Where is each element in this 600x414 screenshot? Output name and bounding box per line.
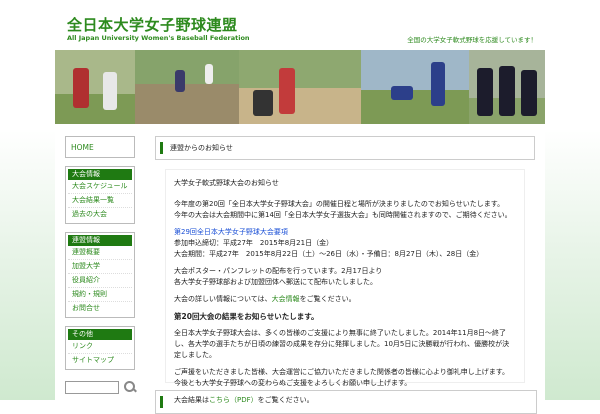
tournament-guidelines-link[interactable]: 第29回全日本大学女子野球大会要項	[174, 228, 288, 236]
article-paragraph: 大会ポスター・パンフレットの配布を行っています。2月17日より 各大学女子野球部…	[174, 267, 383, 286]
sidebar-menu-tournament: 大会情報 大会スケジュール 大会結果一覧 過去の大会	[65, 166, 135, 224]
search-row	[65, 380, 137, 394]
sidebar-item[interactable]: 役員紹介	[68, 274, 132, 288]
site-title[interactable]: 全日本大学女子野球連盟	[67, 14, 238, 35]
sidebar-item[interactable]: 過去の大会	[68, 208, 132, 221]
menu-heading: 連盟情報	[68, 235, 132, 246]
main-heading-box: 連盟からのお知らせ	[155, 136, 535, 160]
main-heading: 連盟からのお知らせ	[170, 144, 233, 152]
site-tagline: 全国の大学女子軟式野球を応援しています！	[407, 36, 537, 44]
sidebar-item[interactable]: 大会結果一覧	[68, 194, 132, 208]
sidebar-item[interactable]: 大会スケジュール	[68, 180, 132, 194]
news-article: 大学女子軟式野球大会のお知らせ 今年度の第20回「全日本大学女子野球大会」の開催…	[165, 169, 525, 404]
search-input[interactable]	[65, 380, 119, 394]
banner-photo-4	[361, 50, 469, 124]
article-paragraph: 第29回全日本大学女子野球大会要項 参加申込締切：平成27年 2015年8月21…	[174, 228, 484, 258]
banner-photo-5	[469, 50, 545, 124]
sidebar-menu-other: その他 リンク サイトマップ	[65, 326, 135, 370]
menu-heading: その他	[68, 329, 132, 340]
sidebar-item[interactable]: 加盟大学	[68, 260, 132, 274]
home-link[interactable]: HOME	[71, 143, 94, 152]
article-paragraph: 今年度の第20回「全日本大学女子野球大会」の開催日程と場所が決まりましたのでお知…	[174, 200, 512, 219]
sidebar-item[interactable]: サイトマップ	[68, 354, 132, 367]
home-link-box[interactable]: HOME	[65, 136, 135, 158]
menu-heading: 大会情報	[68, 169, 132, 180]
banner-photo-3	[239, 50, 361, 124]
article-subheading: 第20回大会の結果をお知らせいたします。	[174, 312, 319, 321]
article-lead: 大学女子軟式野球大会のお知らせ	[174, 179, 279, 187]
sidebar-item[interactable]: お問合せ	[68, 302, 132, 315]
site-subtitle: All Japan University Women's Baseball Fe…	[67, 34, 250, 42]
article-paragraph: ご声援をいただきました皆様、大会運営にご協力いただきました関係者の皆様に心より御…	[174, 368, 510, 387]
banner-photo-2	[135, 50, 239, 124]
header-banner-photos	[55, 50, 545, 124]
main-content: 連盟からのお知らせ 大学女子軟式野球大会のお知らせ 今年度の第20回「全日本大学…	[155, 136, 535, 404]
sidebar-item[interactable]: リンク	[68, 340, 132, 354]
article-paragraph: 大会の詳しい情報については、大会情報をご覧ください。	[174, 295, 356, 303]
sidebar-item[interactable]: 連盟概要	[68, 246, 132, 260]
sidebar: HOME 大会情報 大会スケジュール 大会結果一覧 過去の大会 連盟情報 連盟概…	[65, 136, 137, 394]
sidebar-item[interactable]: 規約・規則	[68, 288, 132, 302]
article-paragraph: 全日本大学女子野球大会は、多くの皆様のご支援により無事に終了いたしました。201…	[174, 329, 510, 359]
search-icon[interactable]	[123, 380, 137, 394]
sidebar-menu-federation: 連盟情報 連盟概要 加盟大学 役員紹介 規約・規則 お問合せ	[65, 232, 135, 318]
next-section-heading-box	[155, 390, 537, 414]
banner-photo-1	[55, 50, 135, 124]
tournament-info-link[interactable]: 大会情報	[272, 295, 300, 303]
